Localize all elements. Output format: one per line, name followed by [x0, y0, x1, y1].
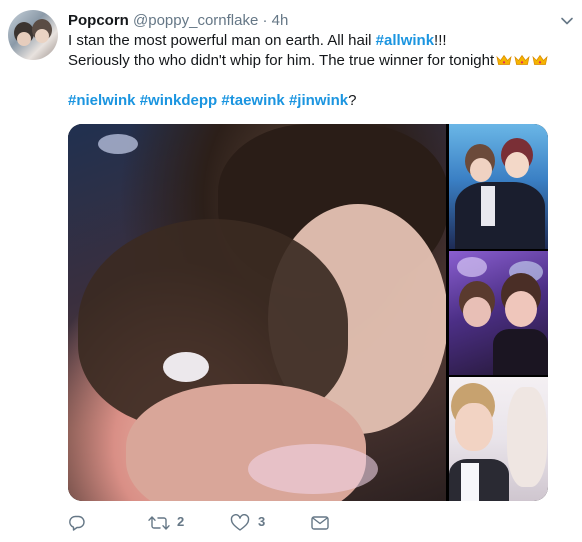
- media-grid: [68, 124, 548, 501]
- user-handle[interactable]: @poppy_cornflake: [133, 12, 258, 29]
- retweet-icon: [148, 516, 170, 530]
- photo-thumb-2[interactable]: [449, 251, 548, 375]
- tweet-text: I stan the most powerful man on earth. A…: [68, 31, 568, 111]
- hashtag-jinwink[interactable]: #jinwink: [289, 92, 348, 109]
- retweet-count: 2: [177, 514, 185, 529]
- chevron-down-icon[interactable]: [560, 14, 574, 28]
- photo-thumb-3[interactable]: [449, 377, 548, 501]
- hashtag-taewink[interactable]: #taewink: [221, 92, 284, 109]
- like-icon: [230, 514, 250, 531]
- like-count: 3: [258, 514, 266, 529]
- tweet-actions: 2 3: [68, 513, 348, 533]
- tweet-line-1: I stan the most powerful man on earth. A…: [68, 32, 447, 49]
- timestamp[interactable]: 4h: [272, 12, 289, 29]
- tweet-header: Popcorn @poppy_cornflake · 4h: [68, 11, 288, 31]
- dm-icon: [311, 516, 329, 530]
- reply-button[interactable]: [68, 513, 108, 533]
- photo-thumb-1[interactable]: [449, 124, 548, 249]
- avatar[interactable]: [8, 10, 58, 60]
- hashtag-nielwink[interactable]: #nielwink: [68, 92, 136, 109]
- photo-main[interactable]: [68, 124, 446, 501]
- display-name[interactable]: Popcorn: [68, 12, 129, 29]
- separator-dot: ·: [262, 12, 268, 29]
- tweet-line-2: Seriously tho who didn't whip for him. T…: [68, 51, 568, 71]
- tweet-line-3: #nielwink #winkdepp #taewink #jinwink?: [68, 92, 357, 109]
- crown-icon: [532, 54, 548, 65]
- crown-icon: [514, 54, 530, 65]
- like-button[interactable]: 3: [230, 513, 280, 533]
- direct-message-button[interactable]: [310, 513, 340, 533]
- tweet[interactable]: Popcorn @poppy_cornflake · 4h I stan the…: [0, 0, 582, 542]
- crown-icon: [496, 54, 512, 65]
- reply-icon: [69, 515, 85, 531]
- retweet-button[interactable]: 2: [148, 513, 198, 533]
- hashtag-allwink[interactable]: #allwink: [376, 32, 434, 49]
- hashtag-winkdepp[interactable]: #winkdepp: [140, 92, 218, 109]
